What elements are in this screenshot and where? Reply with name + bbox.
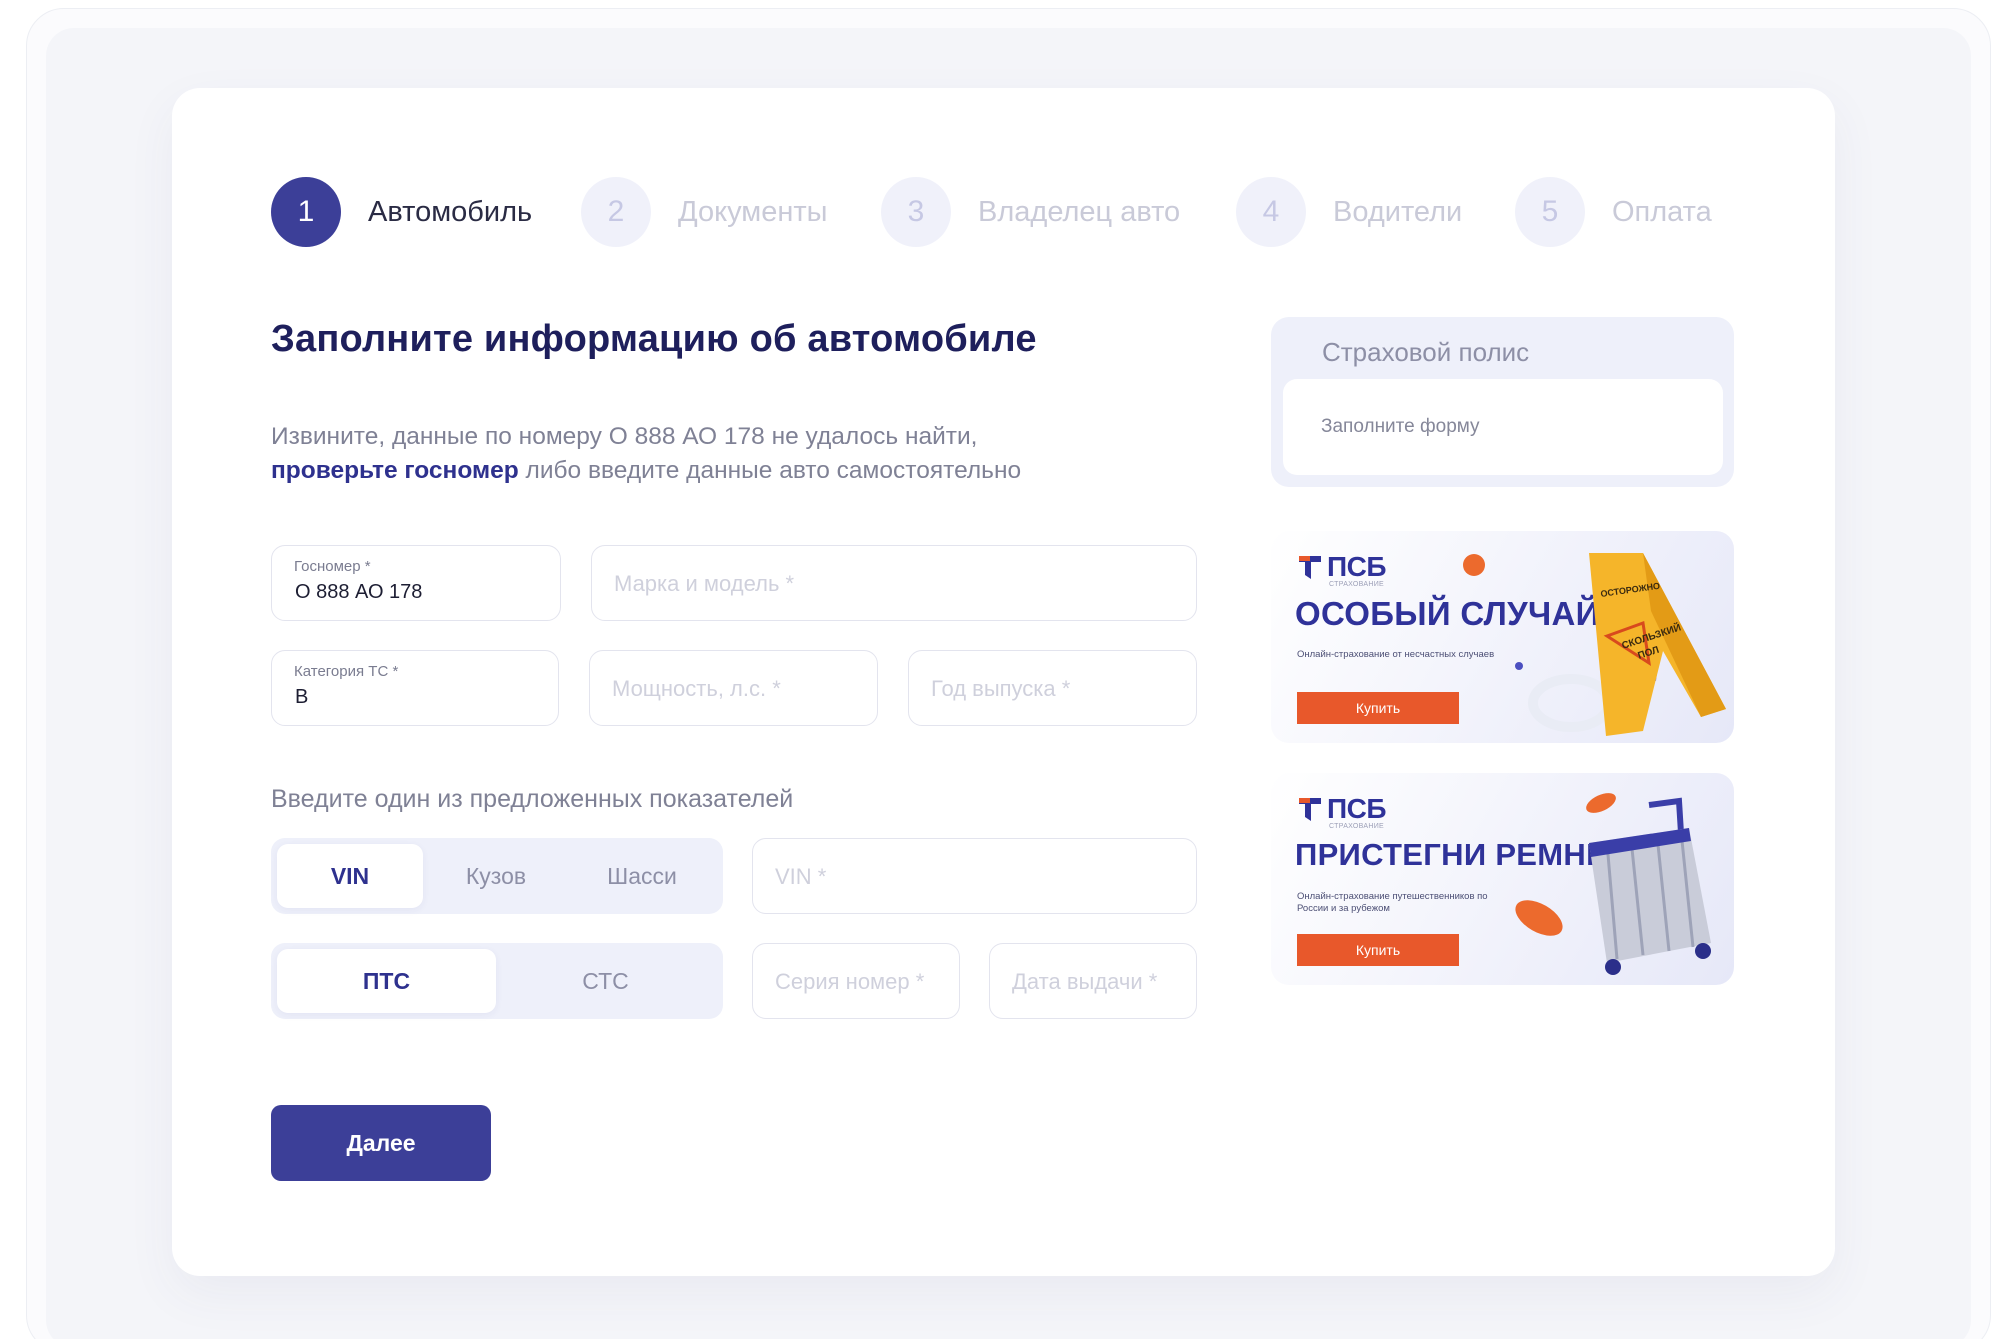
category-value: B <box>295 686 309 708</box>
page-title: Заполните информацию об автомобиле <box>271 318 1037 360</box>
policy-summary-body: Заполните форму <box>1283 379 1723 475</box>
brand-subtitle: СТРАХОВАНИЕ <box>1329 581 1385 588</box>
year-field[interactable]: Год выпуска * <box>908 650 1197 726</box>
psb-shield-icon <box>1299 556 1321 579</box>
psb-logo: ПСБ СТРАХОВАНИЕ <box>1297 551 1386 588</box>
step-number: 3 <box>881 177 951 247</box>
vehicle-category-field[interactable]: Категория ТС * B <box>271 650 559 726</box>
step-drivers[interactable]: 4 Водители <box>1236 177 1462 247</box>
brand-name: ПСБ <box>1327 551 1386 582</box>
step-documents[interactable]: 2 Документы <box>581 177 828 247</box>
vin-placeholder: VIN * <box>775 864 827 889</box>
step-label: Оплата <box>1612 195 1712 228</box>
svg-text:ОСТОРОЖНО: ОСТОРОЖНО <box>1600 581 1661 599</box>
step-label: Водители <box>1333 195 1463 228</box>
notice-text: Извините, данные по номеру О 888 АО 178 … <box>271 423 978 450</box>
step-number: 4 <box>1236 177 1306 247</box>
identifier-option-body[interactable]: Кузов <box>423 844 569 908</box>
vin-field[interactable]: VIN * <box>752 838 1197 914</box>
buy-button[interactable]: Купить <box>1297 692 1459 724</box>
check-plate-link[interactable]: проверьте госномер <box>271 457 519 484</box>
psb-logo: ПСБ СТРАХОВАНИЕ <box>1297 793 1386 830</box>
svg-text:ПОЛ: ПОЛ <box>1637 645 1661 662</box>
psb-shield-icon <box>1299 798 1321 821</box>
step-label: Документы <box>678 195 828 228</box>
step-number: 5 <box>1515 177 1585 247</box>
document-series-placeholder: Серия номер * <box>775 969 925 994</box>
brand-subtitle: СТРАХОВАНИЕ <box>1329 823 1385 830</box>
year-placeholder: Год выпуска * <box>931 676 1071 701</box>
buy-button[interactable]: Купить <box>1297 934 1459 966</box>
document-option-sts[interactable]: СТС <box>496 949 715 1013</box>
document-date-placeholder: Дата выдачи * <box>1012 969 1158 994</box>
plate-value: О 888 АО 178 <box>295 581 423 603</box>
power-placeholder: Мощность, л.с. * <box>612 676 781 701</box>
step-payment[interactable]: 5 Оплата <box>1515 177 1712 247</box>
plate-field[interactable]: Госномер * О 888 АО 178 <box>271 545 561 621</box>
make-model-field[interactable]: Марка и модель * <box>591 545 1197 621</box>
brand-name: ПСБ <box>1327 793 1386 824</box>
power-field[interactable]: Мощность, л.с. * <box>589 650 878 726</box>
promo-banner-travel[interactable]: ПСБ СТРАХОВАНИЕ ПРИСТЕГНИ РЕМНИ Онлайн-с… <box>1271 773 1734 985</box>
not-found-notice: Извините, данные по номеру О 888 АО 178 … <box>271 420 1151 488</box>
step-car[interactable]: 1 Автомобиль <box>271 177 532 247</box>
next-button[interactable]: Далее <box>271 1105 491 1181</box>
document-type-toggle: ПТС СТС <box>271 943 723 1019</box>
promo-banner-accident[interactable]: ПСБ СТРАХОВАНИЕ ОСОБЫЙ СЛУЧАЙ Онлайн-стр… <box>1271 531 1734 743</box>
make-model-placeholder: Марка и модель * <box>614 571 795 596</box>
banner-headline: ОСОБЫЙ СЛУЧАЙ <box>1295 595 1600 632</box>
identifier-section-label: Введите один из предложенных показателей <box>271 785 794 813</box>
notice-rest: либо введите данные авто самостоятельно <box>525 457 1022 484</box>
banner-caption: Онлайн-страхование от несчастных случаев <box>1297 649 1495 660</box>
document-date-field[interactable]: Дата выдачи * <box>989 943 1197 1019</box>
identifier-option-chassis[interactable]: Шасси <box>569 844 715 908</box>
step-number: 1 <box>271 177 341 247</box>
document-option-pts[interactable]: ПТС <box>277 949 496 1013</box>
policy-hint: Заполните форму <box>1321 416 1480 437</box>
plate-label: Госномер * <box>294 558 371 575</box>
step-label: Владелец авто <box>978 195 1181 228</box>
identifier-type-toggle: VIN Кузов Шасси <box>271 838 723 914</box>
step-label: Автомобиль <box>368 195 533 228</box>
banner-headline: ПРИСТЕГНИ РЕМНИ <box>1295 837 1609 872</box>
step-number: 2 <box>581 177 651 247</box>
identifier-option-vin[interactable]: VIN <box>277 844 423 908</box>
category-label: Категория ТС * <box>294 663 399 680</box>
svg-text:СКОЛЬЗКИЙ: СКОЛЬЗКИЙ <box>1620 620 1683 651</box>
document-series-field[interactable]: Серия номер * <box>752 943 960 1019</box>
policy-title: Страховой полис <box>1322 337 1530 367</box>
banner-caption: Онлайн-страхование путешественников по Р… <box>1297 891 1488 914</box>
step-owner[interactable]: 3 Владелец авто <box>881 177 1180 247</box>
